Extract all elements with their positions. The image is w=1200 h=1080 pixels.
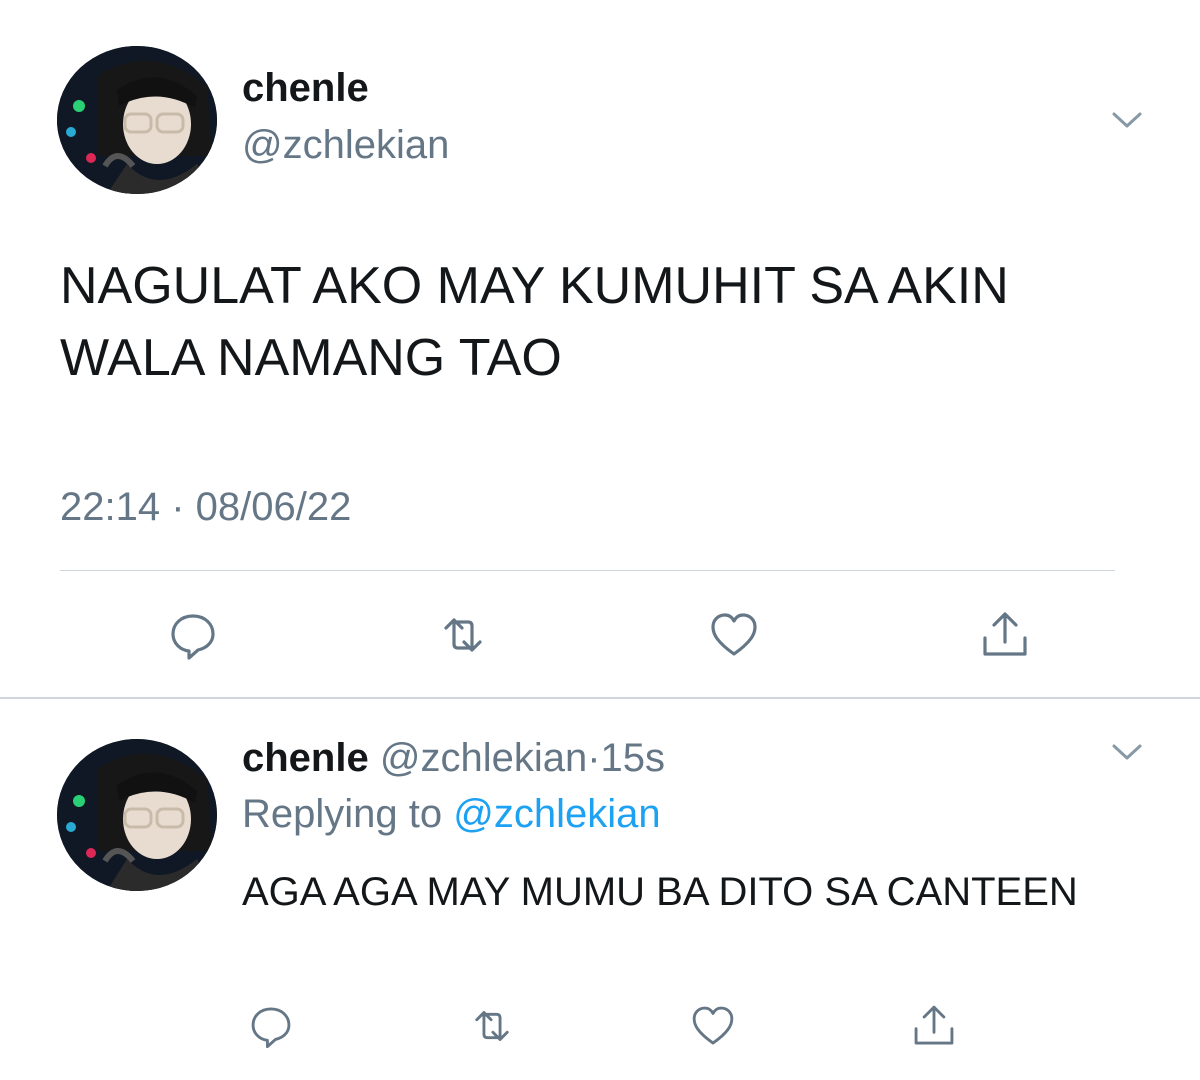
display-name[interactable]: chenle: [242, 736, 369, 780]
avatar[interactable]: [57, 739, 217, 891]
tweet-age[interactable]: 15s: [601, 736, 666, 780]
replying-to: Replying to @zchlekian: [242, 790, 661, 838]
replying-to-handle-link[interactable]: @zchlekian: [453, 792, 660, 836]
speech-bubble-icon: [171, 614, 215, 660]
speech-bubble-icon: [251, 1007, 291, 1049]
tweet-text: AGA AGA MAY MUMU BA DITO SA CANTEEN: [242, 870, 1078, 914]
retweet-icon: [475, 1011, 509, 1041]
reply-button[interactable]: [164, 606, 222, 664]
reply-button[interactable]: [245, 1000, 297, 1052]
heart-icon: [711, 613, 757, 656]
divider: [60, 570, 1115, 571]
heart-icon: [692, 1006, 734, 1045]
user-handle[interactable]: @zchlekian: [380, 736, 587, 780]
retweet-icon: [444, 618, 482, 652]
chevron-down-icon[interactable]: [1105, 98, 1149, 142]
retweet-button[interactable]: [434, 606, 492, 664]
replying-to-label: Replying to: [242, 792, 443, 836]
avatar[interactable]: [57, 46, 217, 194]
like-button[interactable]: [705, 606, 763, 664]
avatar-photo: [57, 46, 217, 194]
tweet-timestamp[interactable]: 22:14 · 08/06/22: [60, 483, 351, 531]
user-handle[interactable]: @zchlekian: [242, 121, 449, 169]
retweet-button[interactable]: [466, 1000, 518, 1052]
share-icon: [914, 1005, 954, 1045]
share-button[interactable]: [976, 606, 1034, 664]
tweet-separator: [0, 697, 1200, 699]
separator-dot: ·: [587, 736, 601, 780]
share-icon: [983, 612, 1027, 656]
chevron-down-icon[interactable]: [1105, 730, 1149, 774]
tweet-text: NAGULAT AKO MAY KUMUHIT SA AKIN WALA NAM…: [60, 257, 1009, 387]
display-name[interactable]: chenle: [242, 64, 369, 112]
like-button[interactable]: [687, 1000, 739, 1052]
share-button[interactable]: [908, 1000, 960, 1052]
reply-header: chenle @zchlekian·15s: [242, 734, 665, 782]
avatar-photo: [57, 739, 217, 891]
